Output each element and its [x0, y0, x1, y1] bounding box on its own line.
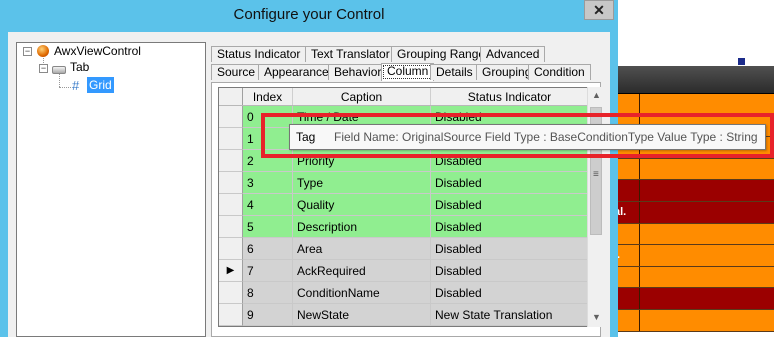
- background-cell: [640, 245, 774, 266]
- table-row[interactable]: 8 ConditionName Disabled: [219, 282, 587, 304]
- collapse-root-icon[interactable]: −: [23, 47, 32, 56]
- background-cell: [640, 94, 774, 115]
- background-cell: [640, 309, 774, 331]
- row-header-corner: [219, 88, 243, 105]
- row-header[interactable]: [219, 128, 243, 150]
- background-row: [612, 288, 774, 310]
- cell-index[interactable]: 4: [243, 194, 293, 216]
- cell-caption[interactable]: Area: [293, 238, 431, 260]
- background-row: al.: [612, 201, 774, 224]
- close-button[interactable]: ✕: [584, 0, 614, 20]
- table-row[interactable]: ▶ 7 AckRequired Disabled: [219, 260, 587, 282]
- control-tree[interactable]: − AwxViewControl − Tab # Grid: [16, 42, 206, 337]
- tab-appearance[interactable]: Appearance: [258, 64, 335, 80]
- scroll-up-icon[interactable]: ▲: [588, 87, 605, 104]
- tree-node-root[interactable]: AwxViewControl: [54, 43, 141, 59]
- cell-index[interactable]: 3: [243, 172, 293, 194]
- cell-caption[interactable]: Description: [293, 216, 431, 238]
- row-header[interactable]: [219, 304, 243, 326]
- column-header-caption[interactable]: Caption: [293, 88, 431, 105]
- cell-index[interactable]: 7: [243, 260, 293, 282]
- cell-index[interactable]: 8: [243, 282, 293, 304]
- tab-advanced[interactable]: Advanced: [480, 46, 546, 62]
- row-header[interactable]: [219, 106, 243, 128]
- grid-header: Index Caption Status Indicator: [219, 88, 587, 106]
- tab-grouping-range[interactable]: Grouping Range: [391, 46, 492, 62]
- cell-index[interactable]: 9: [243, 304, 293, 326]
- row-header[interactable]: [219, 282, 243, 304]
- background-row: .: [612, 223, 774, 246]
- cell-caption[interactable]: ConditionName: [293, 282, 431, 304]
- control-icon: [37, 45, 49, 57]
- background-cell: [640, 266, 774, 288]
- cell-caption[interactable]: Type: [293, 172, 431, 194]
- background-cell: [640, 158, 774, 180]
- title-bar[interactable]: Configure your Control ✕: [0, 0, 618, 32]
- cell-status[interactable]: Disabled: [431, 194, 587, 216]
- configure-dialog: Configure your Control ✕ − AwxViewContro…: [0, 0, 618, 337]
- table-row[interactable]: 4 Quality Disabled: [219, 194, 587, 216]
- background-grid: .al....: [612, 66, 774, 337]
- tab-details[interactable]: Details: [430, 64, 479, 80]
- cell-caption[interactable]: AckRequired: [293, 260, 431, 282]
- cell-status[interactable]: New State Translation: [431, 304, 587, 326]
- close-icon: ✕: [593, 2, 605, 18]
- resize-handle[interactable]: [738, 58, 745, 65]
- column-header-status[interactable]: Status Indicator: [431, 88, 587, 105]
- cell-status[interactable]: Disabled: [431, 282, 587, 304]
- grip-icon: ≡: [593, 169, 599, 180]
- annotation-highlight-box: [261, 113, 774, 158]
- cell-caption[interactable]: NewState: [293, 304, 431, 326]
- tree-line: [59, 87, 71, 88]
- background-cell: [640, 288, 774, 309]
- tab-behavior[interactable]: Behavior: [328, 64, 388, 80]
- tab-condition[interactable]: Condition: [528, 64, 591, 80]
- background-cell: [640, 180, 774, 201]
- table-row[interactable]: 9 NewState New State Translation: [219, 304, 587, 326]
- row-header[interactable]: [219, 216, 243, 238]
- tree-node-grid[interactable]: Grid: [87, 77, 114, 93]
- tree-line: [59, 74, 60, 87]
- row-header[interactable]: [219, 150, 243, 172]
- cell-status[interactable]: Disabled: [431, 260, 587, 282]
- tab-column[interactable]: Column: [381, 63, 435, 81]
- row-header[interactable]: [219, 238, 243, 260]
- background-row: .: [612, 180, 774, 202]
- row-header[interactable]: ▶: [219, 260, 243, 282]
- table-row[interactable]: 3 Type Disabled: [219, 172, 587, 194]
- tree-node-tab[interactable]: Tab: [70, 59, 89, 75]
- cell-status[interactable]: Disabled: [431, 216, 587, 238]
- cell-index[interactable]: 5: [243, 216, 293, 238]
- background-row: [612, 158, 774, 181]
- table-row[interactable]: 5 Description Disabled: [219, 216, 587, 238]
- screen: .al.... Configure your Control ✕ − AwxVi…: [0, 0, 776, 337]
- tab-status-indicator[interactable]: Status Indicator: [211, 46, 307, 62]
- cell-status[interactable]: Disabled: [431, 238, 587, 260]
- tab-text-translator[interactable]: Text Translator: [305, 46, 396, 62]
- window-title: Configure your Control: [233, 6, 385, 23]
- cell-index[interactable]: 6: [243, 238, 293, 260]
- grid-icon: #: [72, 78, 80, 93]
- collapse-tab-icon[interactable]: −: [39, 64, 48, 73]
- row-header[interactable]: [219, 172, 243, 194]
- background-cell: [640, 223, 774, 245]
- cell-status[interactable]: Disabled: [431, 172, 587, 194]
- background-row: ..: [612, 245, 774, 267]
- column-header-index[interactable]: Index: [243, 88, 293, 105]
- tab-source[interactable]: Source: [211, 64, 262, 80]
- background-row: [612, 309, 774, 332]
- row-header[interactable]: [219, 194, 243, 216]
- scroll-down-icon[interactable]: ▼: [588, 309, 605, 326]
- cell-caption[interactable]: Quality: [293, 194, 431, 216]
- tab-icon: [52, 66, 66, 74]
- table-row[interactable]: 6 Area Disabled: [219, 238, 587, 260]
- background-grid-header: [612, 66, 774, 94]
- background-row: [612, 266, 774, 289]
- background-cell: [640, 201, 774, 223]
